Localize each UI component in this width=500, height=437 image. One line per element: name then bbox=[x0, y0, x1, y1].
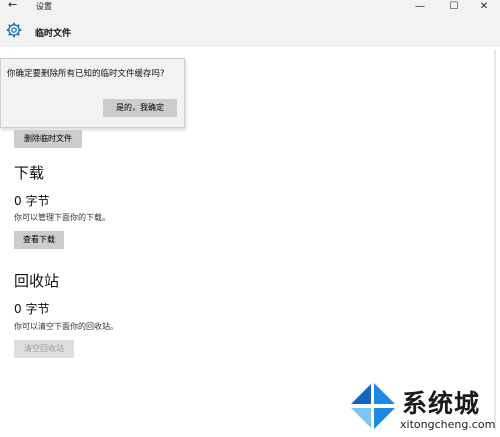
downloads-title: 下载 bbox=[14, 164, 45, 182]
recycle-bin-description: 你可以清空下面你的回收站。 bbox=[14, 322, 118, 331]
window-title: 设置 bbox=[36, 2, 52, 11]
back-arrow-icon[interactable]: ← bbox=[8, 0, 17, 11]
watermark: 系统城 xitongcheng.com bbox=[345, 378, 495, 436]
confirm-button[interactable]: 是的，我确定 bbox=[103, 99, 177, 117]
title-bar: ← 设置 — ☐ ✕ bbox=[0, 0, 500, 14]
page-title: 临时文件 bbox=[35, 29, 72, 39]
recycle-bin-size: 0 字节 bbox=[14, 302, 50, 316]
confirm-flyout: 你确定要删除所有已知的临时文件缓存吗? 是的，我确定 bbox=[0, 58, 185, 128]
recycle-bin-title: 回收站 bbox=[14, 272, 60, 290]
downloads-description: 你可以管理下面你的下载。 bbox=[14, 213, 110, 222]
delete-temp-files-button[interactable]: 删除临时文件 bbox=[14, 130, 82, 148]
watermark-logo-icon bbox=[347, 380, 399, 432]
view-downloads-button[interactable]: 查看下载 bbox=[14, 231, 64, 249]
page-header: 临时文件 bbox=[0, 14, 500, 47]
maximize-button[interactable]: ☐ bbox=[438, 0, 470, 14]
watermark-text: 系统城 bbox=[402, 389, 481, 418]
empty-recycle-bin-button[interactable]: 清空回收站 bbox=[14, 340, 74, 358]
gear-icon bbox=[6, 22, 22, 38]
close-button[interactable]: ✕ bbox=[468, 0, 500, 14]
confirm-message: 你确定要删除所有已知的临时文件缓存吗? bbox=[7, 69, 165, 79]
scrollbar[interactable] bbox=[494, 50, 496, 430]
watermark-url: xitongcheng.com bbox=[400, 418, 496, 431]
minimize-button[interactable]: — bbox=[404, 0, 436, 14]
downloads-size: 0 字节 bbox=[14, 194, 50, 208]
